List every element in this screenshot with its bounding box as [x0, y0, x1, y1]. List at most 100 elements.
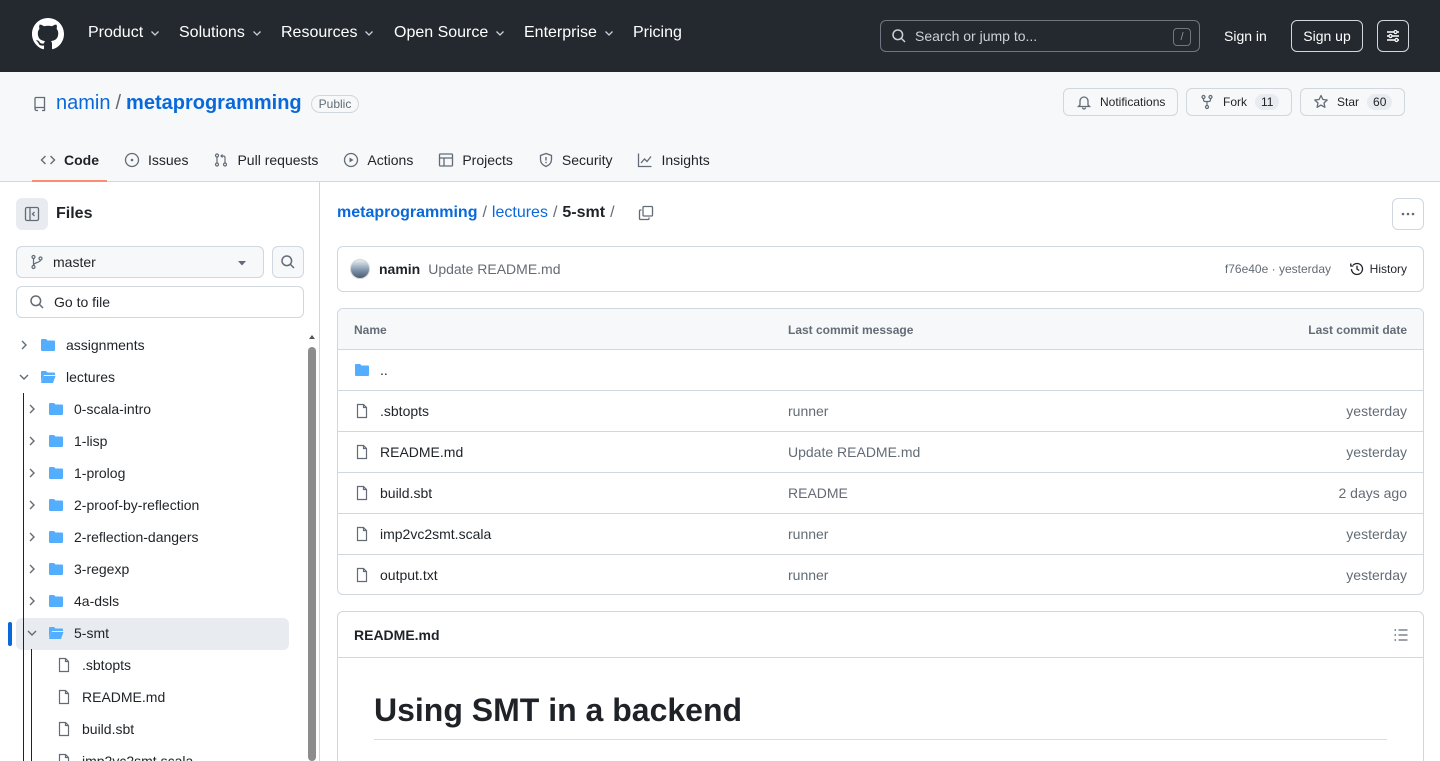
chevron-down-icon [19, 374, 29, 380]
breadcrumb-parent-link[interactable]: lectures [492, 204, 548, 222]
commit-message-link[interactable]: README [788, 485, 848, 501]
parent-directory-link[interactable]: .. [380, 362, 388, 378]
readme-header: README.md [338, 612, 1423, 658]
commit-author-link[interactable]: namin [379, 261, 420, 277]
tree-item-lectures[interactable]: lectures [16, 361, 115, 393]
file-icon [356, 485, 368, 501]
tree-item-label: .sbtopts [82, 657, 132, 673]
nav-enterprise[interactable]: Enterprise [524, 24, 615, 42]
sign-up-button[interactable]: Sign up [1291, 20, 1363, 52]
tree-item-label: lectures [66, 369, 116, 385]
chevron-right-icon [29, 596, 35, 606]
tab-projects[interactable]: Projects [430, 140, 521, 180]
file-name-link[interactable]: build.sbt [380, 485, 432, 501]
list-unordered-icon[interactable] [1393, 627, 1409, 643]
nav-pricing[interactable]: Pricing [633, 24, 682, 42]
tree-item-2-proof-by-reflection[interactable]: 2-proof-by-reflection [24, 489, 199, 521]
breadcrumb-separator: / [610, 204, 615, 221]
tree-item-0-scala-intro[interactable]: 0-scala-intro [24, 393, 151, 425]
repo-owner-link[interactable]: namin [56, 92, 110, 115]
sidebar-scrollbar-thumb[interactable] [308, 347, 316, 761]
chevron-down-icon [252, 31, 261, 36]
commit-message-link[interactable]: Update README.md [428, 261, 560, 277]
tab-issues[interactable]: Issues [116, 140, 196, 180]
branch-selector[interactable]: master [16, 246, 264, 278]
repo-name-link[interactable]: metaprogramming [126, 92, 302, 115]
avatar[interactable] [350, 259, 370, 279]
chevron-right-icon [29, 404, 35, 414]
header-menu-button[interactable] [1377, 20, 1409, 52]
repo-title: namin / metaprogramming Public [32, 92, 360, 115]
breadcrumb-root-link[interactable]: metaprogramming [337, 204, 477, 222]
scroll-up-arrow-icon [309, 335, 315, 339]
folder-icon [49, 563, 63, 575]
parent-directory-row[interactable]: .. [338, 350, 1423, 391]
readme-title: README.md [354, 627, 440, 643]
sign-in-link[interactable]: Sign in [1224, 28, 1267, 44]
table-row: README.md Update README.md yesterday [338, 432, 1423, 473]
more-options-button[interactable] [1392, 198, 1424, 230]
file-name-link[interactable]: output.txt [380, 567, 438, 583]
tree-item-build-sbt[interactable]: build.sbt [56, 713, 134, 745]
fork-button[interactable]: Fork 11 [1186, 88, 1293, 116]
commit-message-link[interactable]: runner [788, 526, 828, 542]
tab-actions[interactable]: Actions [335, 140, 421, 180]
star-button[interactable]: Star 60 [1300, 88, 1406, 116]
tree-item-sbtopts[interactable]: .sbtopts [56, 649, 131, 681]
commit-sha-link[interactable]: f76e40e [1225, 262, 1268, 276]
file-icon [356, 567, 368, 583]
commit-date: yesterday [1346, 526, 1407, 542]
branch-icon [31, 254, 43, 270]
file-icon [58, 657, 70, 673]
tab-pull-requests[interactable]: Pull requests [205, 140, 326, 180]
tree-item-3-regexp[interactable]: 3-regexp [24, 553, 129, 585]
tab-code[interactable]: Code [32, 140, 107, 182]
tree-item-4a-dsls[interactable]: 4a-dsls [24, 585, 119, 617]
history-button[interactable]: History [1349, 261, 1407, 277]
tree-item-readme[interactable]: README.md [56, 681, 165, 713]
tab-pull-requests-label: Pull requests [237, 152, 319, 168]
folder-icon [49, 499, 63, 511]
commit-message-link[interactable]: runner [788, 567, 828, 583]
global-search-input[interactable]: Search or jump to... / [880, 20, 1200, 52]
file-name-link[interactable]: .sbtopts [380, 403, 429, 419]
tree-item-1-lisp[interactable]: 1-lisp [24, 425, 107, 457]
file-name-link[interactable]: README.md [380, 444, 463, 460]
tree-item-assignments[interactable]: assignments [16, 329, 145, 361]
nav-resources[interactable]: Resources [281, 24, 375, 42]
collapse-sidebar-button[interactable] [16, 198, 48, 230]
visibility-badge: Public [310, 94, 360, 113]
nav-pricing-label: Pricing [633, 24, 682, 41]
commit-message-link[interactable]: Update README.md [788, 444, 920, 460]
commit-message-link[interactable]: runner [788, 403, 828, 419]
tree-item-label: 5-smt [74, 625, 109, 641]
play-icon [344, 152, 359, 168]
column-header-date: Last commit date [1308, 323, 1407, 337]
tree-item-label: 0-scala-intro [74, 401, 152, 417]
notifications-button[interactable]: Notifications [1063, 88, 1179, 116]
tab-code-label: Code [64, 152, 99, 168]
github-logo-icon[interactable] [32, 18, 64, 50]
search-files-button[interactable] [272, 246, 304, 278]
tab-insights[interactable]: Insights [629, 140, 717, 180]
repo-title-separator: / [115, 92, 122, 114]
column-header-name: Name [354, 323, 387, 337]
tree-item-label: 3-regexp [74, 561, 130, 577]
nav-solutions[interactable]: Solutions [179, 24, 263, 42]
nav-open-source[interactable]: Open Source [394, 24, 506, 42]
folder-icon [41, 339, 55, 351]
star-label: Star [1337, 95, 1360, 109]
tree-item-1-prolog[interactable]: 1-prolog [24, 457, 125, 489]
file-name-link[interactable]: imp2vc2smt.scala [380, 526, 491, 542]
tree-item-imp2vc2smt[interactable]: imp2vc2smt.scala [56, 745, 193, 761]
tree-item-5-smt[interactable]: 5-smt [24, 617, 109, 649]
nav-resources-label: Resources [281, 24, 358, 41]
copy-path-icon[interactable] [638, 205, 654, 221]
folder-icon [49, 467, 63, 479]
latest-commit-bar: namin Update README.md f76e40e · yesterd… [337, 246, 1424, 292]
nav-product[interactable]: Product [88, 24, 161, 42]
tree-item-2-reflection-dangers[interactable]: 2-reflection-dangers [24, 521, 199, 553]
commit-date: yesterday [1346, 567, 1407, 583]
tab-security[interactable]: Security [530, 140, 621, 180]
go-to-file-input[interactable]: Go to file [16, 286, 304, 318]
